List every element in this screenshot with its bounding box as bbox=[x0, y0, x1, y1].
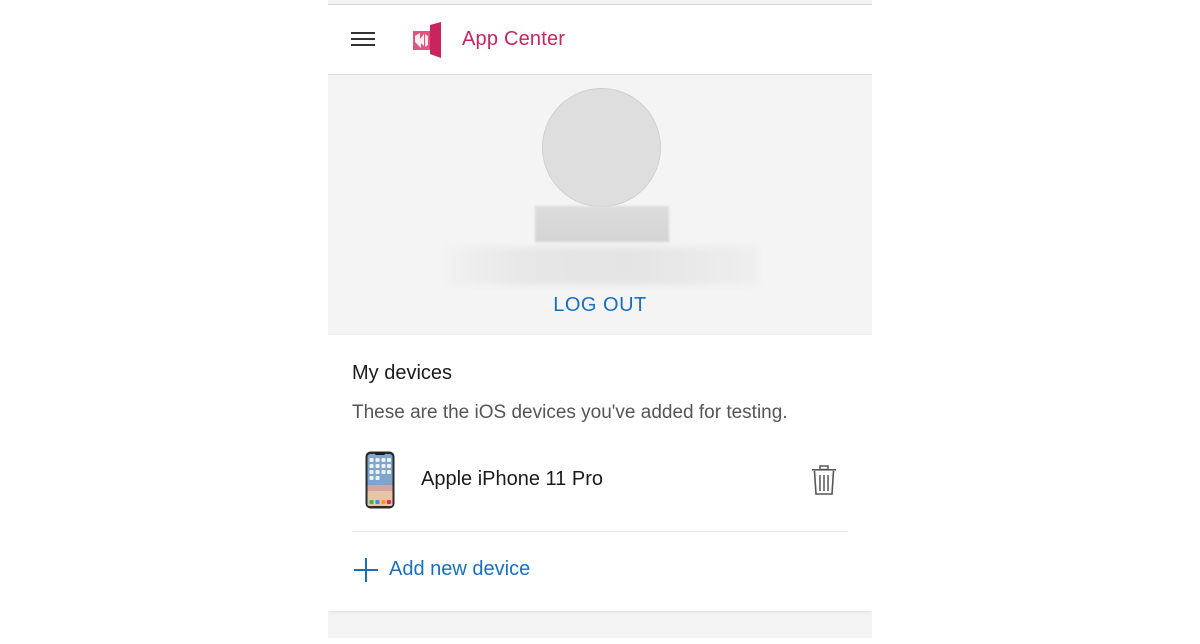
user-name-redacted bbox=[535, 206, 669, 242]
user-avatar bbox=[542, 88, 661, 207]
add-new-device-label: Add new device bbox=[389, 558, 531, 580]
device-list-item[interactable]: Apple iPhone 11 Pro bbox=[352, 447, 848, 532]
device-name: Apple iPhone 11 Pro bbox=[421, 468, 603, 490]
app-title: App Center bbox=[462, 28, 566, 50]
app-header: App Center bbox=[328, 5, 872, 75]
devices-description: These are the iOS devices you've added f… bbox=[352, 402, 788, 423]
app-center-logo bbox=[413, 22, 441, 58]
devices-card: My devices These are the iOS devices you… bbox=[328, 335, 872, 611]
trash-icon[interactable] bbox=[811, 465, 837, 495]
devices-title: My devices bbox=[352, 362, 453, 384]
plus-icon bbox=[354, 558, 378, 582]
user-email-redacted bbox=[446, 247, 758, 285]
logout-button[interactable]: LOG OUT bbox=[328, 294, 872, 317]
hamburger-menu-icon[interactable] bbox=[351, 31, 375, 47]
iphone-device-image bbox=[365, 451, 395, 509]
app-screen: App Center LOG OUT My devices These are … bbox=[328, 0, 872, 638]
profile-section: LOG OUT bbox=[328, 75, 872, 335]
